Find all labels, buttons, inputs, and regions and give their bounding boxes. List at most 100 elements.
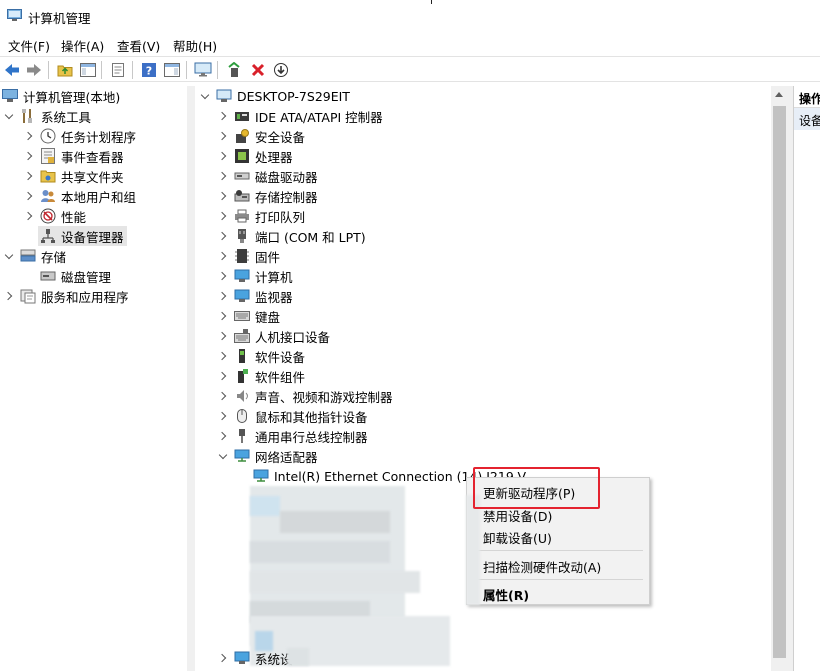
device-category-security[interactable]: 安全设备 (218, 126, 305, 146)
up-folder-icon[interactable] (56, 61, 74, 78)
obscured-region (250, 571, 420, 593)
tree-item-system-tools[interactable]: 系统工具 (4, 106, 91, 126)
chevron-right-icon[interactable] (24, 171, 34, 181)
device-category-label: 键盘 (255, 309, 281, 325)
device-category-usb[interactable]: 通用串行总线控制器 (218, 426, 368, 446)
uninstall-x-icon[interactable] (249, 61, 267, 78)
monitor-icon (234, 288, 250, 304)
tree-label: 存储 (41, 249, 67, 265)
chevron-down-icon[interactable] (4, 251, 14, 261)
chevron-right-icon[interactable] (218, 251, 228, 261)
vertical-scrollbar[interactable] (771, 86, 788, 671)
menu-help[interactable]: 帮助(H) (173, 36, 217, 55)
device-category-label: 软件设备 (255, 349, 306, 365)
printer-icon (234, 208, 250, 224)
device-category-software-devices[interactable]: 软件设备 (218, 346, 305, 366)
ide-controller-icon (234, 108, 250, 124)
tree-item-storage[interactable]: 存储 (4, 246, 66, 266)
device-category-computer[interactable]: 计算机 (218, 266, 293, 286)
menu-view[interactable]: 查看(V) (117, 36, 160, 55)
device-category-storage-controllers[interactable]: 存储控制器 (218, 186, 318, 206)
chevron-down-icon[interactable] (218, 451, 228, 461)
update-driver-icon[interactable] (226, 61, 244, 78)
chevron-right-icon[interactable] (218, 191, 228, 201)
chevron-right-icon[interactable] (218, 231, 228, 241)
device-category-ide[interactable]: IDE ATA/ATAPI 控制器 (218, 106, 383, 126)
chevron-right-icon[interactable] (218, 151, 228, 161)
chevron-right-icon[interactable] (218, 431, 228, 441)
monitor-icon[interactable] (194, 61, 212, 78)
tree-item-performance[interactable]: 性能 (24, 206, 86, 226)
chevron-right-icon[interactable] (218, 171, 228, 181)
chevron-right-icon[interactable] (218, 271, 228, 281)
chevron-right-icon[interactable] (24, 211, 34, 221)
device-category-software-components[interactable]: 软件组件 (218, 366, 305, 386)
toolbar-separator (186, 61, 187, 79)
device-category-mice[interactable]: 鼠标和其他指针设备 (218, 406, 368, 426)
tree-item-task-scheduler[interactable]: 任务计划程序 (24, 126, 136, 146)
device-category-firmware[interactable]: 固件 (218, 246, 280, 266)
device-category-ports[interactable]: 端口 (COM 和 LPT) (218, 226, 366, 246)
chevron-right-icon[interactable] (218, 411, 228, 421)
tree-item-shared-folders[interactable]: 共享文件夹 (24, 166, 124, 186)
tree-item-services-apps[interactable]: 服务和应用程序 (4, 286, 129, 306)
performance-gauge-icon (40, 208, 56, 224)
help-icon[interactable]: ? (140, 61, 158, 78)
device-category-disk-drives[interactable]: 磁盘驱动器 (218, 166, 318, 186)
chevron-down-icon[interactable] (200, 91, 210, 101)
chevron-right-icon[interactable] (218, 391, 228, 401)
chevron-right-icon[interactable] (24, 131, 34, 141)
scroll-up-arrow-icon[interactable] (775, 92, 783, 97)
device-category-label: 打印队列 (255, 209, 306, 225)
back-arrow-icon[interactable] (3, 61, 21, 78)
tree-item-local-users[interactable]: 本地用户和组 (24, 186, 136, 206)
menu-item-scan-hardware[interactable]: 扫描检测硬件改动(A) (483, 557, 601, 576)
chevron-right-icon[interactable] (218, 371, 228, 381)
chevron-right-icon[interactable] (218, 653, 228, 663)
device-category-hid[interactable]: 人机接口设备 (218, 326, 330, 346)
tree-item-event-viewer[interactable]: 事件查看器 (24, 146, 124, 166)
actions-row-device-manager[interactable]: 设备 (794, 108, 820, 130)
chevron-right-icon[interactable] (218, 111, 228, 121)
device-category-print-queues[interactable]: 打印队列 (218, 206, 305, 226)
chevron-right-icon[interactable] (218, 311, 228, 321)
device-category-network-adapters[interactable]: 网络适配器 (218, 446, 318, 466)
tree-item-device-manager[interactable]: 设备管理器 (38, 226, 127, 246)
tree-item-disk-management[interactable]: 磁盘管理 (40, 266, 111, 286)
device-category-keyboards[interactable]: 键盘 (218, 306, 280, 326)
title-bar: 计算机管理 (0, 0, 820, 32)
menu-file[interactable]: 文件(F) (8, 36, 50, 55)
chevron-right-icon[interactable] (218, 331, 228, 341)
software-device-icon (234, 348, 250, 364)
chevron-right-icon[interactable] (24, 191, 34, 201)
forward-arrow-icon[interactable] (25, 61, 43, 78)
menu-action[interactable]: 操作(A) (61, 36, 104, 55)
device-category-sound[interactable]: 声音、视频和游戏控制器 (218, 386, 393, 406)
chevron-right-icon[interactable] (218, 211, 228, 221)
chevron-right-icon[interactable] (24, 151, 34, 161)
tree-item-computer-root[interactable]: DESKTOP-7S29EIT (200, 86, 350, 106)
show-hide-tree-icon[interactable] (79, 61, 97, 78)
properties-icon[interactable] (109, 61, 127, 78)
menu-separator (473, 550, 643, 551)
tree-label: 任务计划程序 (61, 129, 137, 145)
pane-divider[interactable] (187, 86, 195, 671)
chevron-right-icon[interactable] (4, 291, 14, 301)
services-icon (20, 288, 36, 304)
tree-label: 设备管理器 (61, 229, 124, 245)
menu-item-uninstall-device[interactable]: 卸载设备(U) (483, 528, 552, 547)
tree-root[interactable]: 计算机管理(本地) (2, 86, 120, 106)
show-action-pane-icon[interactable] (163, 61, 181, 78)
device-category-system-devices[interactable]: 系统设 (218, 648, 293, 668)
menu-item-properties[interactable]: 属性(R) (483, 585, 529, 604)
chevron-down-icon[interactable] (4, 111, 14, 121)
chevron-right-icon[interactable] (218, 291, 228, 301)
menu-bar: 文件(F) 操作(A) 查看(V) 帮助(H) (0, 33, 820, 55)
chevron-right-icon[interactable] (218, 131, 228, 141)
device-category-monitors[interactable]: 监视器 (218, 286, 293, 306)
chevron-right-icon[interactable] (218, 351, 228, 361)
scrollbar-thumb[interactable] (773, 106, 786, 658)
download-circle-icon[interactable] (272, 61, 290, 78)
device-category-processor[interactable]: 处理器 (218, 146, 293, 166)
tree-label: 共享文件夹 (61, 169, 124, 185)
